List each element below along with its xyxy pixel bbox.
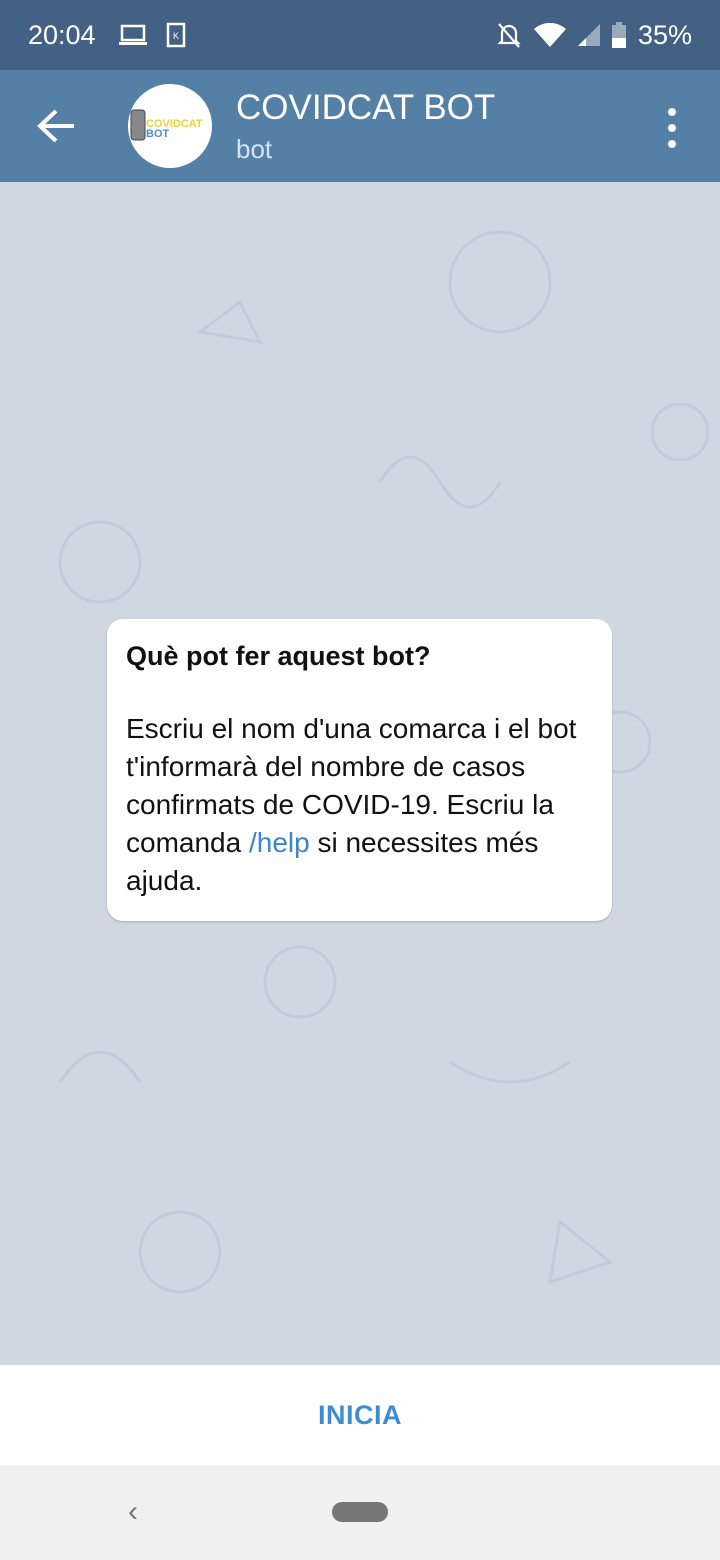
system-nav-bar: ‹ <box>0 1465 720 1560</box>
help-command-link[interactable]: /help <box>249 827 310 858</box>
bot-description-card: Què pot fer aquest bot? Escriu el nom d'… <box>107 619 612 921</box>
back-arrow-icon[interactable] <box>36 108 76 144</box>
description-text: Escriu el nom d'una comarca i el bot t'i… <box>126 710 593 900</box>
chat-area: Què pot fer aquest bot? Escriu el nom d'… <box>0 182 720 1364</box>
covidcat-logo: COVIDCATBOT <box>130 109 203 141</box>
status-time: 20:04 <box>28 19 96 50</box>
svg-text:BOT: BOT <box>146 128 170 140</box>
battery-percent: 35% <box>637 19 692 50</box>
chat-title: COVIDCAT BOT <box>236 88 496 127</box>
bot-avatar[interactable]: COVIDCAT BOT <box>128 84 212 168</box>
chat-subtitle: bot <box>236 134 273 164</box>
wifi-icon <box>533 23 566 47</box>
notifications-off-icon <box>497 23 521 48</box>
app-notification-icon: K <box>166 22 185 48</box>
chat-header: COVIDCAT BOT COVIDCAT BOT bot <box>0 70 720 182</box>
status-bar: 20:04 K 35% <box>0 0 720 70</box>
nav-back-icon[interactable]: ‹ <box>128 1495 138 1529</box>
laptop-icon <box>118 24 147 45</box>
nav-home-pill[interactable] <box>332 1502 388 1522</box>
battery-icon <box>611 22 626 48</box>
more-options-icon[interactable] <box>660 108 684 148</box>
start-bar: INICIA <box>0 1364 720 1465</box>
description-heading: Què pot fer aquest bot? <box>126 641 431 671</box>
svg-text:K: K <box>173 31 179 41</box>
start-button[interactable]: INICIA <box>318 1400 402 1431</box>
signal-icon <box>577 24 600 46</box>
